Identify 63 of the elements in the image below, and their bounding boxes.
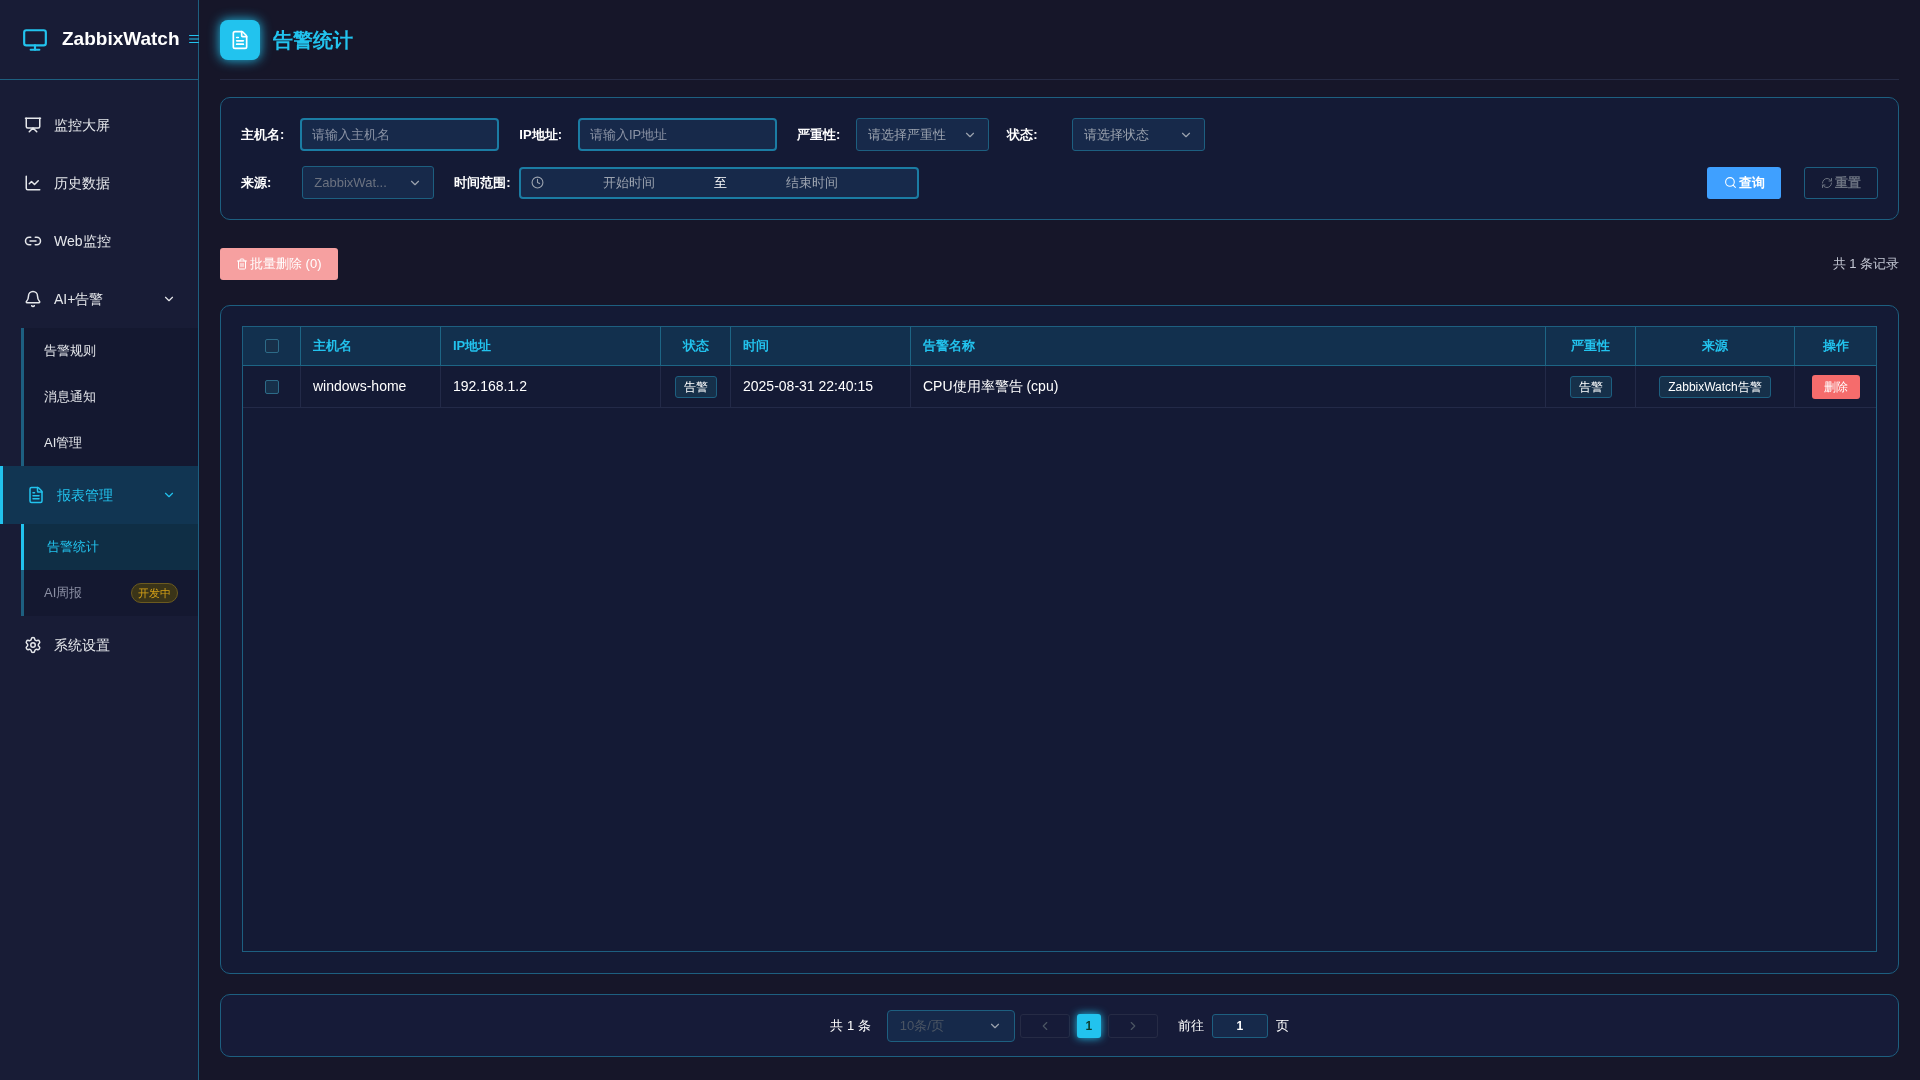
column-header: 时间 bbox=[731, 327, 911, 365]
status-tag: ZabbixWatch告警 bbox=[1659, 375, 1771, 398]
trash-icon bbox=[236, 258, 248, 270]
monitor-logo-icon bbox=[22, 26, 48, 53]
refresh-icon bbox=[1821, 176, 1833, 189]
end-time-placeholder: 结束时间 bbox=[784, 173, 839, 192]
field-label: 来源: bbox=[241, 173, 272, 192]
sidebar-item[interactable]: Web监控 bbox=[0, 212, 198, 270]
table-cell-text: 2025-08-31 22:40:15 bbox=[743, 377, 873, 396]
column-header: 告警名称 bbox=[911, 327, 1546, 365]
column-header: 操作 bbox=[1821, 337, 1850, 356]
field-label: 状态: bbox=[1007, 125, 1038, 144]
date-range-field[interactable]: 开始时间 至 结束时间 bbox=[518, 166, 919, 199]
field-label: 时间范围: bbox=[454, 173, 511, 192]
sidebar-item[interactable]: 历史数据 bbox=[0, 154, 198, 212]
submenu-item[interactable]: 告警规则 bbox=[24, 328, 198, 374]
brand-name: ZabbixWatch bbox=[62, 27, 180, 52]
settings-icon bbox=[24, 636, 42, 654]
page-number-button[interactable]: 1 bbox=[1076, 1013, 1101, 1038]
field-label: 主机名: bbox=[241, 125, 285, 144]
submenu-item[interactable]: AI管理 bbox=[24, 420, 198, 466]
document-icon bbox=[27, 486, 45, 504]
sidebar-item[interactable]: 系统设置 bbox=[0, 616, 198, 674]
hostname-input[interactable]: 请输入主机名 bbox=[300, 118, 500, 151]
column-header: 主机名 bbox=[301, 327, 441, 365]
field-label: 严重性: bbox=[796, 125, 841, 144]
submenu-item[interactable]: 消息通知 bbox=[24, 374, 198, 420]
field-label: IP地址: bbox=[519, 125, 562, 144]
range-separator: 至 bbox=[713, 173, 727, 192]
submenu-item[interactable]: 告警统计 bbox=[21, 524, 198, 570]
status-tag: 告警 bbox=[674, 375, 717, 398]
header-checkbox[interactable] bbox=[264, 339, 279, 353]
line-chart-icon bbox=[24, 174, 42, 192]
presentation-board-icon bbox=[24, 116, 42, 134]
ip-input[interactable]: 请输入IP地址 bbox=[577, 118, 777, 151]
goto-page-input[interactable]: 1 bbox=[1211, 1013, 1268, 1038]
column-header: 来源 bbox=[1636, 327, 1795, 365]
table-cell-text: windows-home bbox=[313, 377, 407, 396]
reset-button[interactable]: 重置 bbox=[1804, 166, 1878, 199]
status-tag: 告警 bbox=[1569, 375, 1612, 398]
goto-label: 前往 bbox=[1177, 1016, 1204, 1035]
column-header: IP地址 bbox=[441, 327, 661, 365]
document-icon bbox=[230, 29, 250, 50]
menu-icon[interactable] bbox=[188, 33, 200, 45]
status-badge: 开发中 bbox=[131, 582, 178, 604]
start-time-placeholder: 开始时间 bbox=[601, 173, 656, 192]
select-field[interactable]: 请选择状态 bbox=[1071, 118, 1205, 151]
sidebar-item[interactable]: 监控大屏 bbox=[0, 96, 198, 154]
column-header: 状态 bbox=[661, 327, 731, 365]
page-suffix: 页 bbox=[1275, 1016, 1289, 1035]
bell-icon bbox=[24, 290, 42, 308]
table-cell-text: 192.168.1.2 bbox=[453, 377, 527, 396]
select-field[interactable]: 请选择严重性 bbox=[856, 118, 990, 151]
sidebar-item[interactable]: AI+告警 bbox=[0, 270, 198, 328]
row-checkbox[interactable] bbox=[264, 379, 279, 394]
record-count: 共 1 条记录 bbox=[1832, 255, 1899, 274]
page-title: 告警统计 bbox=[273, 27, 353, 53]
column-header: 严重性 bbox=[1546, 327, 1636, 365]
search-icon bbox=[1723, 176, 1737, 189]
clock-icon bbox=[530, 176, 544, 189]
total-count: 共 1 条 bbox=[830, 1016, 871, 1035]
sidebar-item[interactable]: 报表管理 bbox=[0, 466, 198, 524]
table-cell-text: CPU使用率警告 (cpu) bbox=[923, 377, 1059, 396]
